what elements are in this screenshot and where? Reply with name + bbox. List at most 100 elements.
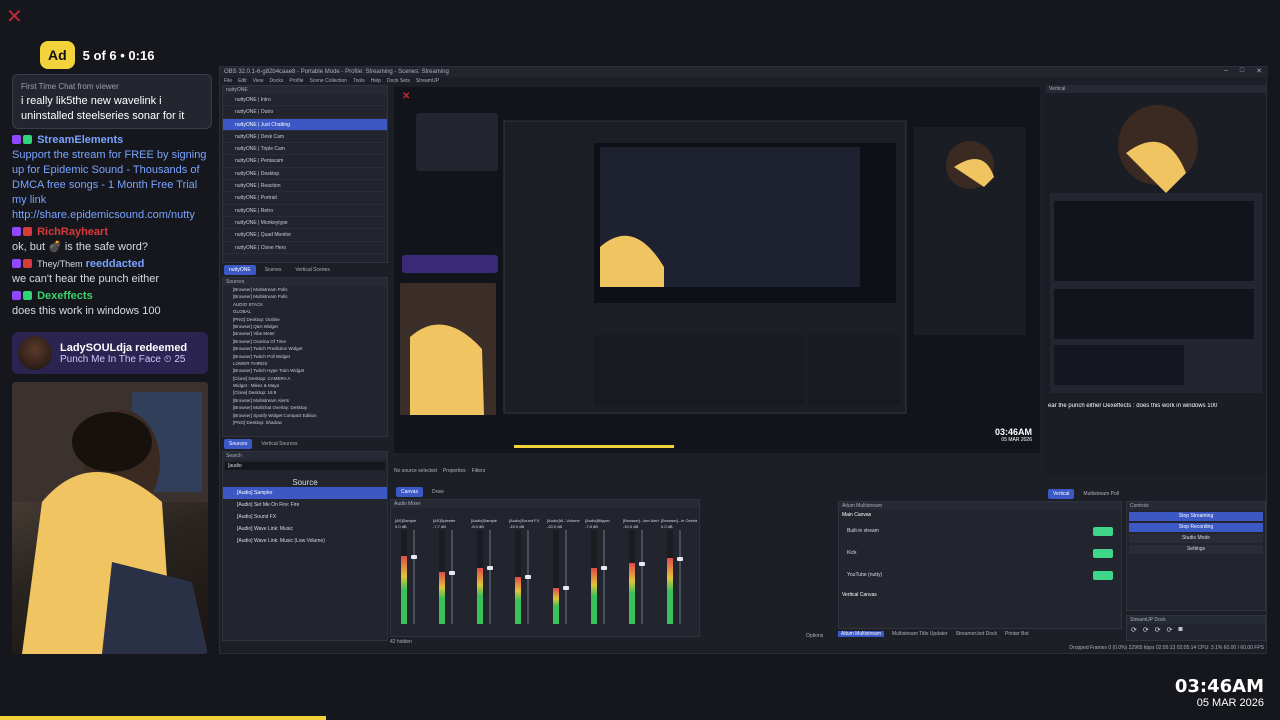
studio-mode-button[interactable]: Studio Mode [1129, 534, 1263, 543]
scene-item[interactable]: nuttyONE | Just Chatting [223, 118, 387, 131]
tab-draw[interactable]: Draw [427, 487, 449, 497]
properties-button[interactable]: Properties [443, 468, 466, 474]
source-item[interactable]: [Browser] Multichat Overlay: Desktop [223, 404, 387, 411]
tab-vertical-sources[interactable]: Vertical Sources [256, 439, 302, 449]
source-item[interactable]: GLOBAL [223, 308, 387, 315]
output-toggle-button[interactable] [1093, 570, 1113, 580]
scene-item[interactable]: nuttyONE | Triple Cam [223, 143, 387, 156]
scene-item[interactable]: nuttyONE | Clone Hero [223, 242, 387, 254]
menu-file[interactable]: File [224, 77, 232, 85]
tab-sources[interactable]: Sources [224, 439, 253, 449]
source-item[interactable]: [Browser] Multistream Alerts [223, 397, 387, 404]
program-preview[interactable]: ✕ 03:46AM 05 MAR 2026 [394, 87, 1040, 453]
search-result-item[interactable]: [Audio] Sound FX [223, 511, 387, 523]
tab-multistream-poll[interactable]: Multistream Poll [1078, 489, 1124, 499]
fader-knob[interactable] [601, 566, 607, 570]
source-item[interactable]: [Browser] Multistream Polls [223, 293, 387, 300]
source-item[interactable]: LOWER THIRDS [223, 360, 387, 367]
menu-scene-collection[interactable]: Scene Collection [310, 77, 348, 85]
scene-item[interactable]: nuttyONE | Desk Cam [223, 131, 387, 144]
volume-fader[interactable] [411, 530, 417, 624]
tab-streamerbot-dock[interactable]: Streamer.bot Dock [956, 631, 997, 637]
scene-item[interactable]: nuttyONE | Retro [223, 205, 387, 217]
source-item[interactable]: [Browser] Twitch Poll Widget [223, 353, 387, 360]
tab-canvas[interactable]: Canvas [396, 487, 423, 497]
stop-streaming-button[interactable]: Stop Streaming [1129, 512, 1263, 521]
source-item[interactable]: [Browser] Ocarina Of Time [223, 338, 387, 345]
stop-recording-button[interactable]: Stop Recording [1129, 523, 1263, 532]
volume-fader[interactable] [601, 530, 607, 624]
source-item[interactable]: [Clone] Desktop: 16:9 [223, 389, 387, 396]
menu-streamup[interactable]: StreamUP [416, 77, 439, 85]
maximize-icon[interactable]: □ [1240, 67, 1244, 75]
source-item[interactable]: [Browser] Twitch Hype Train Widget [223, 367, 387, 374]
source-item[interactable]: [Browser] Multistream Polls [223, 286, 387, 293]
volume-fader[interactable] [677, 530, 683, 624]
fader-knob[interactable] [525, 575, 531, 579]
scene-item[interactable]: nuttyONE | Outro [223, 106, 387, 119]
volume-fader[interactable] [563, 530, 569, 624]
source-item[interactable]: [Browser] Twitch Prediction Widget [223, 345, 387, 352]
menu-view[interactable]: View [253, 77, 264, 85]
search-input[interactable]: [audio [225, 462, 385, 470]
menu-profile[interactable]: Profile [289, 77, 303, 85]
source-item[interactable]: [PNG] Desktop: Outline [223, 316, 387, 323]
minimize-icon[interactable]: – [1224, 67, 1228, 75]
tab-aitum-multistream[interactable]: Aitum Multistream [838, 631, 885, 637]
source-item[interactable]: [PNG] Desktop: Shadow [223, 419, 387, 426]
scene-item[interactable]: nuttyONE | Pentacam [223, 155, 387, 168]
output-toggle-button[interactable] [1093, 526, 1113, 536]
menu-tools[interactable]: Tools [353, 77, 365, 85]
search-result-item[interactable]: [Audio] Sampler [223, 487, 387, 499]
fader-knob[interactable] [449, 570, 455, 575]
vertical-preview[interactable]: Vertical ear the punch either Dexeffects… [1046, 85, 1266, 475]
menu-dock-sets[interactable]: Dock Sets [387, 77, 410, 85]
menu-edit[interactable]: Edit [238, 77, 247, 85]
search-result-item[interactable]: [Audio] Wave Link: Music (Low Volume) [223, 535, 387, 547]
ad-badge: Ad [40, 41, 75, 69]
scenes-panel: nuttyONE nuttyONE | Intro nuttyONE | Outr… [222, 85, 388, 263]
source-item[interactable]: [Browser] Vibe Meter [223, 330, 387, 337]
settings-button[interactable]: Settings [1129, 545, 1263, 554]
fader-knob[interactable] [563, 585, 569, 590]
tab-vertical-scenes[interactable]: Vertical Scenes [290, 265, 334, 275]
scene-item[interactable]: nuttyONE | Quad Monitor [223, 229, 387, 242]
scene-item[interactable]: nuttyONE | Portrait [223, 192, 387, 205]
tab-multistream-title-updater[interactable]: Multistream Title Updater [892, 631, 948, 637]
volume-fader[interactable] [639, 530, 645, 624]
fader-knob[interactable] [487, 566, 493, 570]
webcam-feed [12, 382, 208, 654]
volume-fader[interactable] [449, 530, 455, 624]
source-item[interactable]: AUDIO STACK [223, 301, 387, 308]
scene-item[interactable]: nuttyONE | Reaction [223, 180, 387, 193]
tab-printer-bot[interactable]: Printer Bot [1005, 631, 1029, 637]
menu-help[interactable]: Help [371, 77, 381, 85]
refresh-icon[interactable]: ⟳ [1167, 626, 1173, 634]
search-result-item[interactable]: [Audio] Set Me On Fire: Fire [223, 499, 387, 511]
filters-button[interactable]: Filters [472, 468, 486, 474]
menu-docks[interactable]: Docks [269, 77, 283, 85]
volume-fader[interactable] [525, 530, 531, 624]
tab-vertical[interactable]: Vertical [1048, 489, 1075, 499]
scene-item[interactable]: nuttyONE | Intro [223, 94, 387, 107]
source-item[interactable]: Widget : Mikes & Maya [223, 382, 387, 389]
source-item[interactable]: [Clone] Desktop: CAMERA A [223, 375, 387, 382]
fader-knob[interactable] [411, 555, 417, 560]
camera-icon[interactable]: ◙ [1179, 626, 1183, 634]
fader-knob[interactable] [677, 557, 683, 561]
search-result-item[interactable]: [Audio] Wave Link: Music [223, 523, 387, 535]
scene-item[interactable]: nuttyONE | Desktop [223, 168, 387, 181]
fader-knob[interactable] [639, 561, 645, 566]
refresh-icon[interactable]: ⟳ [1155, 626, 1161, 634]
source-item[interactable]: [Browser] Q&A Widget [223, 323, 387, 330]
refresh-icon[interactable]: ⟳ [1143, 626, 1149, 634]
vertical-title: Vertical [1046, 85, 1266, 93]
tab-scenes[interactable]: Scenes [260, 265, 287, 275]
refresh-icon[interactable]: ⟳ [1131, 626, 1137, 634]
close-icon[interactable]: ✕ [1256, 67, 1262, 75]
output-toggle-button[interactable] [1093, 548, 1113, 558]
tab-nuttyone[interactable]: nuttyONE [224, 265, 256, 275]
volume-fader[interactable] [487, 530, 493, 624]
scene-item[interactable]: nuttyONE | Monkeytype [223, 217, 387, 230]
source-item[interactable]: [Browser] Spotify Widget Compact Edition [223, 412, 387, 419]
